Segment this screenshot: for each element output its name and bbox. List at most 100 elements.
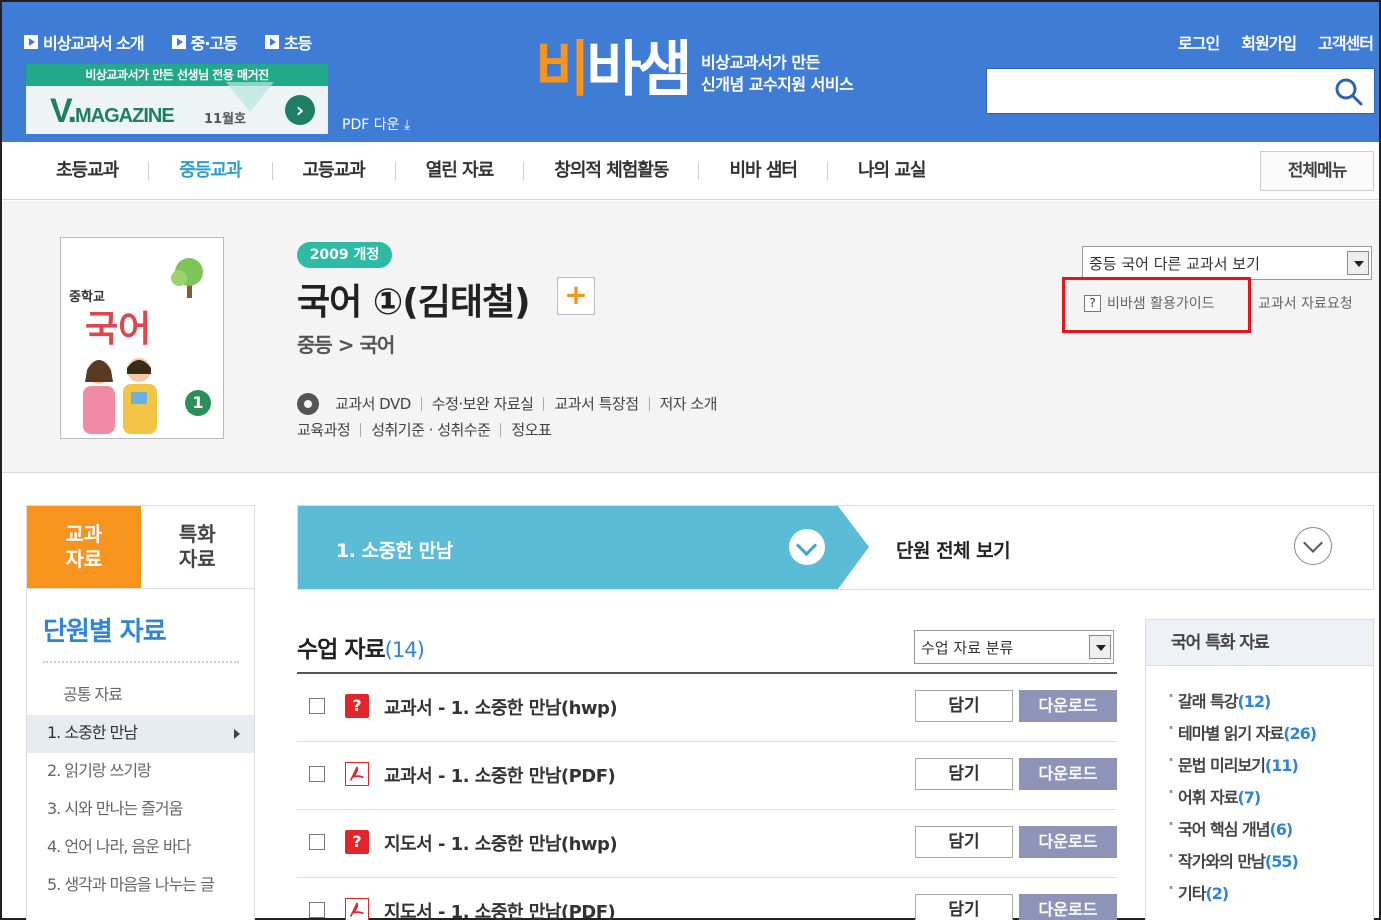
row-checkbox[interactable] bbox=[309, 698, 325, 714]
magazine-body: V.MAGAZINE 11월호 › bbox=[26, 82, 328, 134]
tab-line: 자료 bbox=[178, 547, 216, 571]
book-info: 중학교 국어 1 2009 개정 국어 ①(김태철) + 중등 > 국어 교과서… bbox=[2, 201, 1379, 473]
chevron-down-icon[interactable] bbox=[789, 529, 825, 565]
cover-number: 1 bbox=[185, 390, 211, 416]
other-textbook-select[interactable]: 중등 국어 다른 교과서 보기 bbox=[1082, 246, 1372, 280]
link-curriculum[interactable]: 교육과정 bbox=[297, 423, 362, 438]
magazine-banner[interactable]: 비상교과서가 만든 선생님 전용 매거진 V.MAGAZINE 11월호 › bbox=[26, 64, 328, 134]
special-item-core-concepts[interactable]: 국어 핵심 개념(6) bbox=[1168, 814, 1373, 848]
special-item-author-meeting[interactable]: 작가와의 만남(55) bbox=[1168, 846, 1373, 880]
viva-guide-link[interactable]: ? 비바샘 활용가이드 bbox=[1084, 293, 1215, 313]
keep-button[interactable]: 담기 bbox=[915, 826, 1013, 858]
link-achievement-standards[interactable]: 성취기준 · 성취수준 bbox=[361, 423, 502, 438]
customer-center-link[interactable]: 고객센터 bbox=[1318, 30, 1374, 54]
sidebar-item-unit-2[interactable]: 2. 읽기랑 쓰기랑 bbox=[27, 753, 254, 791]
nav-open-resources[interactable]: 열린 자료 bbox=[396, 162, 525, 180]
sidebar-list: 공통 자료 1. 소중한 만남 2. 읽기랑 쓰기랑 3. 시와 만나는 즐거움… bbox=[27, 677, 254, 920]
keep-button[interactable]: 담기 bbox=[915, 758, 1013, 790]
download-button[interactable]: 다운로드 bbox=[1019, 758, 1117, 790]
special-materials-heading: 국어 특화 자료 bbox=[1146, 620, 1373, 666]
chevron-down-icon bbox=[1089, 635, 1111, 659]
search-icon[interactable] bbox=[1334, 77, 1364, 107]
special-item-theme-reading[interactable]: 테마별 읽기 자료(26) bbox=[1168, 718, 1373, 752]
sidebar-item-unit-5[interactable]: 5. 생각과 마음을 나누는 글 bbox=[27, 867, 254, 920]
nav-my-classroom[interactable]: 나의 교실 bbox=[828, 162, 956, 180]
nav-viva-community[interactable]: 비바 샘터 bbox=[699, 162, 828, 180]
chevron-down-icon bbox=[1347, 251, 1369, 275]
special-item-name: 어휘 자료 bbox=[1178, 788, 1238, 807]
magazine-logo: V.MAGAZINE bbox=[50, 92, 175, 131]
link-author-intro[interactable]: 저자 소개 bbox=[650, 397, 727, 412]
link-textbook-features[interactable]: 교과서 특장점 bbox=[544, 397, 650, 412]
question-icon: ? bbox=[1084, 294, 1101, 312]
book-cover: 중학교 국어 1 bbox=[60, 237, 224, 439]
keep-button[interactable]: 담기 bbox=[915, 690, 1013, 722]
top-link-intro[interactable]: 비상교과서 소개 bbox=[24, 30, 145, 54]
material-category-select[interactable]: 수업 자료 분류 bbox=[914, 630, 1114, 664]
nav-creative-activities[interactable]: 창의적 체험활동 bbox=[524, 162, 700, 180]
tab-special-materials[interactable]: 특화 자료 bbox=[140, 506, 254, 588]
download-button[interactable]: 다운로드 bbox=[1019, 894, 1117, 920]
row-checkbox[interactable] bbox=[309, 766, 325, 782]
top-link-elementary[interactable]: 초등 bbox=[264, 30, 312, 54]
pdf-file-icon bbox=[345, 898, 369, 920]
chevron-down-icon[interactable] bbox=[1294, 527, 1332, 565]
search-input[interactable] bbox=[987, 69, 1317, 113]
all-units-label[interactable]: 단원 전체 보기 bbox=[896, 536, 1011, 563]
curriculum-badge: 2009 개정 bbox=[297, 242, 392, 268]
nav-high[interactable]: 고등교과 bbox=[273, 162, 396, 180]
special-item-count: (12) bbox=[1237, 692, 1271, 711]
download-button[interactable]: 다운로드 bbox=[1019, 826, 1117, 858]
row-checkbox[interactable] bbox=[309, 902, 325, 918]
sidebar-item-unit-1[interactable]: 1. 소중한 만남 bbox=[27, 715, 254, 753]
nav-elementary[interactable]: 초등교과 bbox=[26, 162, 150, 180]
material-category-value: 수업 자료 분류 bbox=[921, 639, 1014, 657]
play-square-icon bbox=[171, 35, 186, 49]
special-item-name: 국어 핵심 개념 bbox=[1178, 820, 1270, 839]
hwp-file-icon: ? bbox=[345, 694, 369, 718]
sidebar-item-common[interactable]: 공통 자료 bbox=[27, 677, 254, 715]
link-revision-room[interactable]: 수정·보완 자료실 bbox=[422, 397, 545, 412]
play-square-icon bbox=[264, 35, 279, 49]
special-item-etc[interactable]: 기타(2) bbox=[1168, 878, 1373, 912]
materials-count: (14) bbox=[384, 638, 425, 662]
nav-middle[interactable]: 중등교과 bbox=[149, 162, 273, 180]
book-title: 국어 ①(김태철) bbox=[297, 282, 531, 323]
row-checkbox[interactable] bbox=[309, 834, 325, 850]
pdf-download-link[interactable]: PDF 다운 ⤓ bbox=[342, 114, 410, 134]
add-textbook-button[interactable]: + bbox=[557, 277, 595, 315]
table-row: 지도서 - 1. 소중한 만남(PDF) 담기 다운로드 bbox=[297, 878, 1117, 920]
divider bbox=[43, 661, 239, 663]
special-item-count: (2) bbox=[1205, 884, 1229, 903]
arrow-right-icon[interactable]: › bbox=[285, 95, 315, 125]
table-row: ? 교과서 - 1. 소중한 만남(hwp) 담기 다운로드 bbox=[297, 674, 1117, 742]
login-link[interactable]: 로그인 bbox=[1178, 30, 1220, 54]
special-item-count: (6) bbox=[1269, 820, 1293, 839]
special-item-grammar[interactable]: 문법 미리보기(11) bbox=[1168, 750, 1373, 784]
special-item-vocabulary[interactable]: 어휘 자료(7) bbox=[1168, 782, 1373, 816]
unit-bar: 1. 소중한 만남 단원 전체 보기 bbox=[297, 505, 1374, 590]
all-menu-button[interactable]: 전체메뉴 bbox=[1260, 151, 1374, 191]
sidebar-item-unit-3[interactable]: 3. 시와 만나는 즐거움 bbox=[27, 791, 254, 829]
signup-link[interactable]: 회원가입 bbox=[1241, 30, 1297, 54]
textbook-request-link[interactable]: 교과서 자료요청 bbox=[1258, 293, 1353, 313]
tab-special-label: 특화 자료 bbox=[179, 522, 216, 572]
book-links-row2: 교육과정 성취기준 · 성취수준 정오표 bbox=[297, 423, 561, 438]
top-link-middle-high[interactable]: 중·고등 bbox=[171, 30, 238, 54]
slogan-line2: 신개념 교수지원 서비스 bbox=[701, 75, 854, 94]
site-logo[interactable]: 비바샘 bbox=[535, 32, 693, 108]
sidebar-panel: 단원별 자료 공통 자료 1. 소중한 만남 2. 읽기랑 쓰기랑 3. 시와 … bbox=[26, 589, 255, 920]
link-errata[interactable]: 정오표 bbox=[501, 423, 561, 438]
download-button[interactable]: 다운로드 bbox=[1019, 690, 1117, 722]
tab-textbook-materials[interactable]: 교과 자료 bbox=[27, 506, 141, 588]
top-link-label: 중·고등 bbox=[190, 34, 238, 53]
special-item-genre[interactable]: 갈래 특강(12) bbox=[1168, 686, 1373, 720]
sidebar-item-unit-4[interactable]: 4. 언어 나라, 음운 바다 bbox=[27, 829, 254, 867]
search-box bbox=[986, 68, 1375, 114]
tab-line: 교과 bbox=[65, 522, 103, 546]
link-textbook-dvd[interactable]: 교과서 DVD bbox=[325, 397, 422, 412]
special-item-count: (26) bbox=[1283, 724, 1317, 743]
slogan: 비상교과서가 만든 신개념 교수지원 서비스 bbox=[701, 52, 854, 96]
keep-button[interactable]: 담기 bbox=[915, 894, 1013, 920]
hwp-file-icon: ? bbox=[345, 830, 369, 854]
